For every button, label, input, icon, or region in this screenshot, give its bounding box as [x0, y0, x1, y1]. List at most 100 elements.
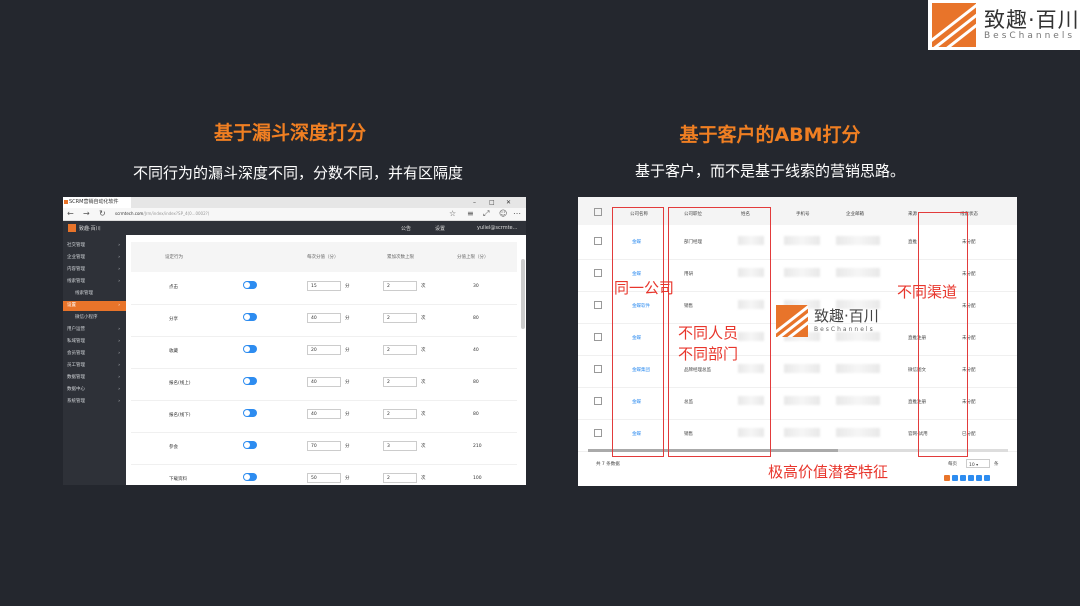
sidebar-item[interactable]: 私域管理 ›	[63, 337, 126, 347]
app-logo-icon	[68, 224, 76, 232]
limit-input[interactable]: 2	[383, 281, 417, 291]
email-cell-redacted	[836, 364, 880, 373]
score-unit: 分	[345, 348, 350, 353]
enable-toggle[interactable]	[243, 441, 257, 449]
left-subtitle: 不同行为的漏斗深度不同，分数不同，并有区隔度	[132, 164, 463, 182]
row-checkbox[interactable]	[594, 397, 602, 405]
profile-icon[interactable]: ☺	[499, 209, 507, 218]
refresh-icon[interactable]: ↻	[99, 209, 106, 218]
browser-tab[interactable]: SCRM营销自动化软件	[63, 197, 131, 208]
address-bar: ← → ↻ scrmtech.com/Jrm/index/index?SP_4(…	[63, 208, 526, 221]
chevron-right-icon: ›	[118, 303, 120, 308]
sidebar-item[interactable]: 员工管理 ›	[63, 361, 126, 371]
more-icon[interactable]: ⋯	[513, 209, 521, 218]
row-checkbox[interactable]	[594, 365, 602, 373]
col-cap: 分值上限（分）	[457, 255, 489, 260]
announcement-link[interactable]: 公告	[401, 225, 411, 232]
sidebar-item[interactable]: 线索管理	[63, 289, 126, 299]
sidebar-item[interactable]: 微信小程序	[63, 313, 126, 323]
score-input[interactable]: 70	[307, 441, 341, 451]
table-row: 参会 70 分 3 次 210	[131, 432, 517, 465]
tray-keyboard-icon[interactable]	[976, 475, 982, 481]
enable-toggle[interactable]	[243, 409, 257, 417]
score-input[interactable]: 50	[307, 473, 341, 483]
same-company-label: 同一公司	[614, 279, 675, 297]
per-page-select[interactable]: 10 ▾	[966, 459, 990, 468]
score-input[interactable]: 40	[307, 313, 341, 323]
sidebar-item[interactable]: 会员管理 ›	[63, 349, 126, 359]
row-checkbox[interactable]	[594, 301, 602, 309]
tray-network-icon[interactable]	[960, 475, 966, 481]
score-input[interactable]: 40	[307, 409, 341, 419]
select-all-checkbox[interactable]	[594, 208, 602, 216]
action-name: 参会	[169, 445, 178, 450]
close-icon[interactable]: ✕	[506, 197, 511, 208]
row-checkbox[interactable]	[594, 237, 602, 245]
chevron-right-icon: ›	[118, 327, 120, 332]
email-cell-redacted	[836, 268, 880, 277]
different-departments-label: 不同部门	[678, 345, 739, 363]
back-icon[interactable]: ←	[67, 209, 74, 218]
enable-toggle[interactable]	[243, 313, 257, 321]
scoring-settings-screenshot: SCRM营销自动化软件 – □ ✕ ← → ↻ scrmtech.com/Jrm…	[63, 197, 526, 485]
limit-input[interactable]: 2	[383, 473, 417, 483]
action-name: 收藏	[169, 349, 178, 354]
score-input[interactable]: 20	[307, 345, 341, 355]
brand-sub: BesChannels	[984, 31, 1076, 41]
chevron-right-icon: ›	[118, 375, 120, 380]
sidebar-item[interactable]: 系统管理 ›	[63, 397, 126, 407]
enable-toggle[interactable]	[243, 281, 257, 289]
different-people-label: 不同人员	[678, 324, 739, 342]
settings-link[interactable]: 设置	[435, 225, 445, 232]
score-input[interactable]: 15	[307, 281, 341, 291]
limit-input[interactable]: 2	[383, 409, 417, 419]
chevron-down-icon: ▾	[976, 462, 979, 467]
limit-input[interactable]: 3	[383, 441, 417, 451]
row-checkbox[interactable]	[594, 333, 602, 341]
sidebar-item[interactable]: 线索管理 ›	[63, 277, 126, 287]
sidebar-item[interactable]: 设置 ›	[63, 301, 126, 311]
user-account[interactable]: yuliel@scrmte...	[477, 225, 517, 231]
enable-toggle[interactable]	[243, 345, 257, 353]
score-cap: 80	[473, 380, 479, 385]
sidebar-item[interactable]: 企业管理 ›	[63, 253, 126, 263]
sidebar-item[interactable]: 用户运营 ›	[63, 325, 126, 335]
enable-toggle[interactable]	[243, 473, 257, 481]
share-icon[interactable]: ⤢	[483, 209, 489, 219]
vertical-scrollbar[interactable]	[521, 259, 525, 329]
limit-input[interactable]: 2	[383, 377, 417, 387]
maximize-icon[interactable]: □	[489, 197, 495, 208]
row-checkbox[interactable]	[594, 429, 602, 437]
tray-ime-icon[interactable]	[952, 475, 958, 481]
url-field[interactable]: scrmtech.com/Jrm/index/index?SP_4(0...00…	[115, 210, 435, 218]
tray-mic-icon[interactable]	[968, 475, 974, 481]
sidebar-item[interactable]: 数据中心 ›	[63, 385, 126, 395]
forward-icon[interactable]: →	[83, 209, 90, 218]
tray-app-icon[interactable]	[944, 475, 950, 481]
email-cell-redacted	[836, 396, 880, 405]
sidebar-item[interactable]: 社交管理 ›	[63, 241, 126, 251]
right-title: 基于客户的ABM打分	[679, 124, 861, 146]
sidebar-item-label: 线索管理	[75, 291, 93, 296]
star-icon[interactable]: ☆	[449, 209, 456, 218]
limit-input[interactable]: 2	[383, 345, 417, 355]
favicon-icon	[64, 200, 68, 204]
sidebar-item-label: 数据中心	[67, 387, 85, 392]
minimize-icon[interactable]: –	[473, 197, 476, 208]
chevron-right-icon: ›	[118, 255, 120, 260]
email-cell-redacted	[836, 236, 880, 245]
enable-toggle[interactable]	[243, 377, 257, 385]
tray-settings-icon[interactable]	[984, 475, 990, 481]
score-cap: 80	[473, 316, 479, 321]
reading-list-icon[interactable]: ≡	[467, 209, 474, 218]
brand-logo: 致趣·百川 BesChannels	[928, 0, 1080, 50]
table-row: 报名(线下) 40 分 2 次 80	[131, 400, 517, 433]
sidebar-item-label: 会员管理	[67, 351, 85, 356]
sidebar-item[interactable]: 数据管理 ›	[63, 373, 126, 383]
limit-unit: 次	[421, 284, 426, 289]
score-input[interactable]: 40	[307, 377, 341, 387]
different-channels-label: 不同渠道	[897, 283, 958, 301]
row-checkbox[interactable]	[594, 269, 602, 277]
limit-input[interactable]: 2	[383, 313, 417, 323]
sidebar-item[interactable]: 内容管理 ›	[63, 265, 126, 275]
